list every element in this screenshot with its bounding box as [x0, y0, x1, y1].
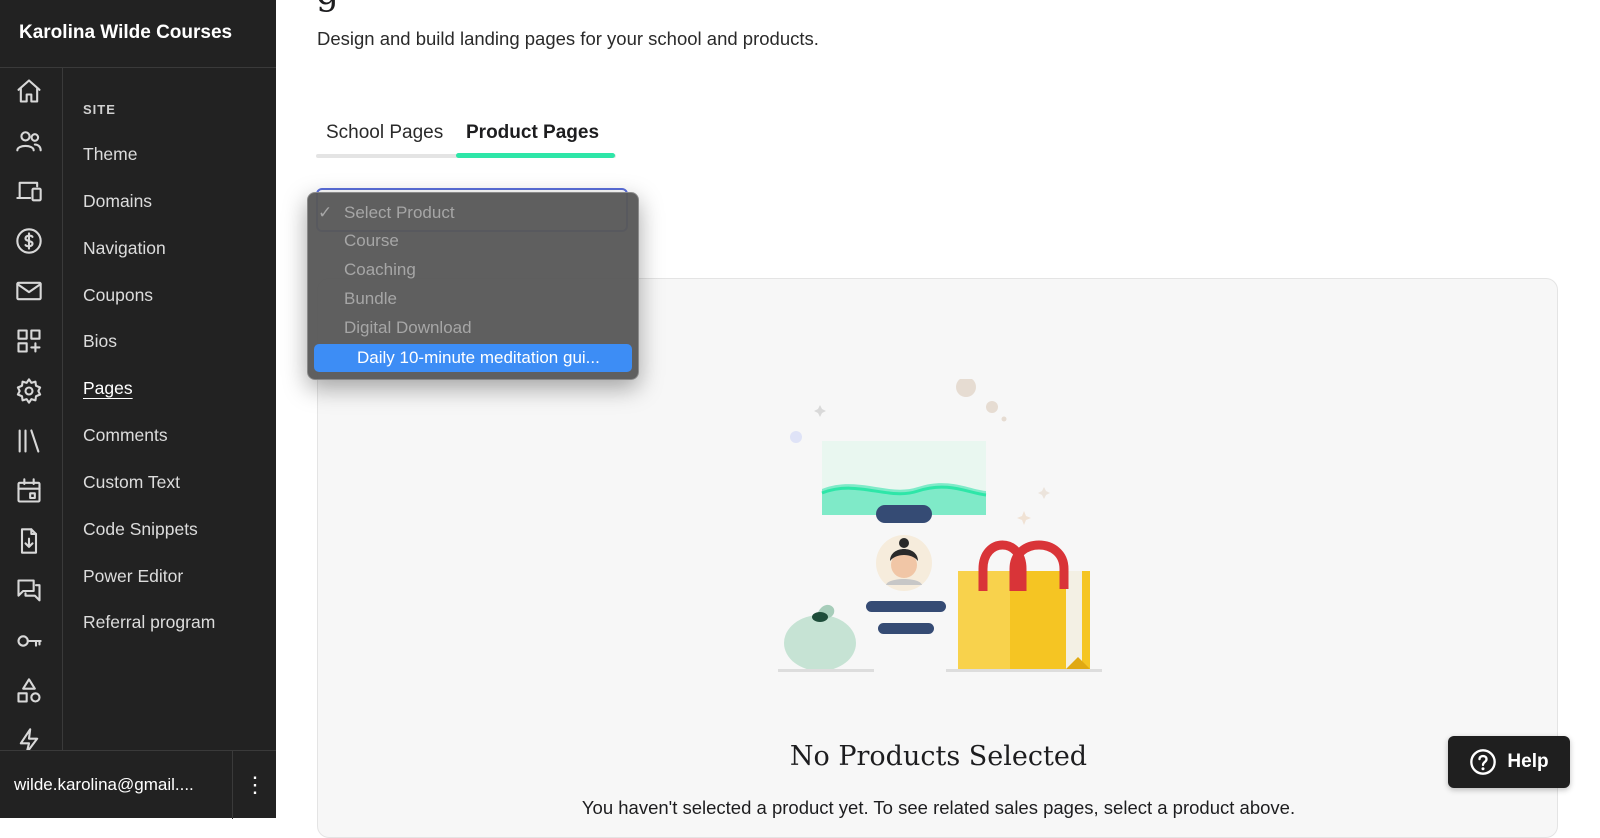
gear-icon[interactable]: [14, 376, 44, 406]
icon-rail: [0, 68, 63, 750]
dropdown-option-label: Daily 10-minute meditation gui...: [357, 348, 600, 367]
empty-state-illustration: [778, 379, 1102, 672]
empty-state-title: No Products Selected: [789, 741, 1088, 772]
subnav-item-referral-program[interactable]: Referral program: [83, 612, 215, 633]
mail-icon[interactable]: [14, 276, 44, 306]
subnav-heading: SITE: [83, 102, 116, 117]
download-icon[interactable]: [14, 526, 44, 556]
help-label: Help: [1507, 751, 1549, 772]
calendar-icon[interactable]: [14, 476, 44, 506]
subnav-item-bios[interactable]: Bios: [83, 331, 117, 352]
subnav-item-theme[interactable]: Theme: [83, 144, 137, 165]
dropdown-option-meditation-guide[interactable]: Daily 10-minute meditation gui...: [314, 344, 632, 372]
dropdown-option-label: Digital Download: [344, 318, 472, 337]
brand-name[interactable]: Karolina Wilde Courses: [0, 0, 276, 68]
help-button[interactable]: Help: [1448, 736, 1570, 788]
help-icon: [1470, 749, 1497, 775]
dropdown-option-label: Coaching: [344, 260, 416, 279]
dropdown-option-label: Select Product: [344, 203, 455, 222]
checkmark-icon: ✓: [318, 203, 333, 222]
account-menu-button[interactable]: ⋮: [232, 751, 277, 819]
page-subtitle: Design and build landing pages for your …: [317, 28, 819, 49]
dropdown-option-bundle[interactable]: Bundle: [314, 285, 632, 313]
subnav-item-comments[interactable]: Comments: [83, 425, 168, 446]
subnav-item-pages[interactable]: Pages: [83, 378, 133, 399]
sidebar: Karolina Wilde Courses SITE Theme Domain…: [0, 0, 277, 819]
apps-icon[interactable]: [14, 326, 44, 356]
dropdown-option-course[interactable]: Course: [314, 227, 632, 255]
dropdown-option-select-product[interactable]: ✓ Select Product: [314, 199, 632, 227]
account-email[interactable]: wilde.karolina@gmail....: [14, 775, 194, 795]
tab-school-pages[interactable]: School Pages: [326, 122, 443, 144]
subnav-item-code-snippets[interactable]: Code Snippets: [83, 519, 198, 540]
site-subnav: SITE Theme Domains Navigation Coupons Bi…: [62, 68, 276, 750]
key-icon[interactable]: [14, 626, 44, 656]
dropdown-option-label: Course: [344, 231, 399, 250]
subnav-item-navigation[interactable]: Navigation: [83, 238, 166, 259]
dropdown-option-coaching[interactable]: Coaching: [314, 256, 632, 284]
shapes-icon[interactable]: [14, 676, 44, 706]
dropdown-option-label: Bundle: [344, 289, 397, 308]
home-icon[interactable]: [14, 76, 44, 106]
tab-product-pages[interactable]: Product Pages: [466, 122, 599, 144]
subnav-item-coupons[interactable]: Coupons: [83, 285, 153, 306]
tab-active-indicator: [456, 153, 615, 158]
chat-icon[interactable]: [14, 576, 44, 606]
lightning-icon[interactable]: [14, 726, 44, 750]
empty-state-description: You haven't selected a product yet. To s…: [581, 797, 1296, 818]
subnav-item-custom-text[interactable]: Custom Text: [83, 472, 180, 493]
account-bar: wilde.karolina@gmail.... ⋮: [0, 750, 277, 819]
devices-icon[interactable]: [14, 176, 44, 206]
product-dropdown-menu: ✓ Select Product Course Coaching Bundle …: [307, 192, 639, 380]
users-icon[interactable]: [14, 126, 44, 156]
dollar-icon[interactable]: [14, 226, 44, 256]
subnav-item-power-editor[interactable]: Power Editor: [83, 566, 183, 587]
library-icon[interactable]: [14, 426, 44, 456]
main-content: g Design and build landing pages for you…: [276, 0, 1600, 838]
page-title: g: [316, 0, 339, 13]
dropdown-option-digital-download[interactable]: Digital Download: [314, 314, 632, 342]
subnav-item-domains[interactable]: Domains: [83, 191, 152, 212]
